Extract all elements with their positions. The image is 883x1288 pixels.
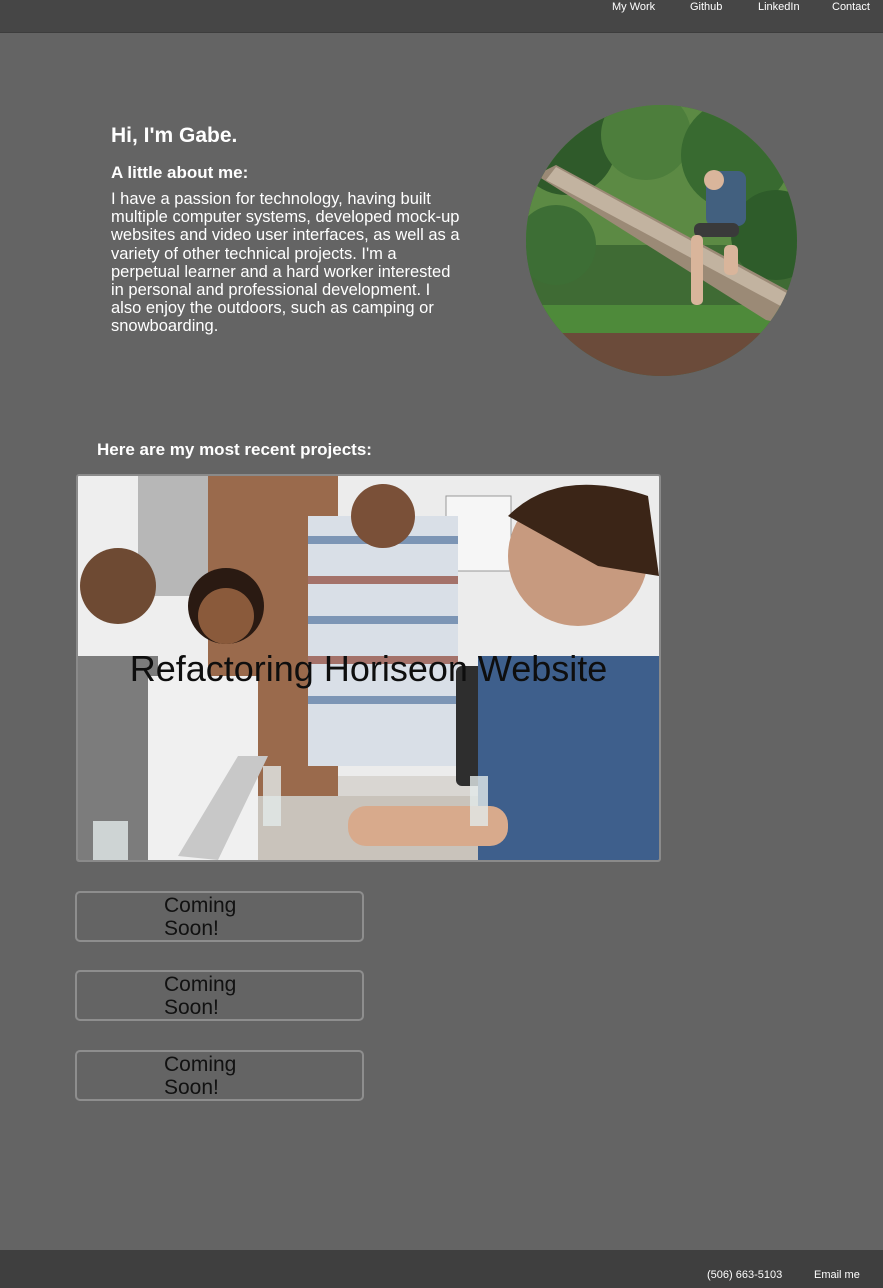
nav-my-work-link[interactable]: My Work bbox=[612, 0, 655, 14]
coming-soon-card[interactable]: Coming Soon! bbox=[75, 891, 364, 942]
profile-photo bbox=[526, 105, 797, 376]
coming-soon-card[interactable]: Coming Soon! bbox=[75, 970, 364, 1021]
nav-github-link[interactable]: Github bbox=[690, 0, 722, 14]
about-text: I have a passion for technology, having … bbox=[111, 190, 460, 336]
footer-phone: (506) 663-5103 bbox=[707, 1269, 783, 1281]
footer: (506) 663-5103 Email me bbox=[0, 1250, 883, 1288]
greeting-heading: Hi, I'm Gabe. bbox=[111, 124, 238, 147]
top-nav: My Work Github LinkedIn Contact bbox=[0, 0, 883, 33]
coming-soon-label: Coming Soon! bbox=[164, 973, 237, 1019]
footer-email-link[interactable]: Email me bbox=[814, 1269, 860, 1281]
featured-project-card[interactable]: Refactoring Horiseon Website bbox=[76, 474, 661, 862]
projects-heading: Here are my most recent projects: bbox=[97, 440, 372, 459]
nav-linkedin-link[interactable]: LinkedIn bbox=[758, 0, 800, 14]
profile-photo-illustration bbox=[526, 105, 797, 376]
coming-soon-label: Coming Soon! bbox=[164, 894, 237, 940]
nav-contact-link[interactable]: Contact bbox=[832, 0, 870, 14]
coming-soon-card[interactable]: Coming Soon! bbox=[75, 1050, 364, 1101]
about-heading: A little about me: bbox=[111, 163, 249, 182]
coming-soon-label: Coming Soon! bbox=[164, 1053, 237, 1099]
featured-project-title: Refactoring Horiseon Website bbox=[129, 648, 608, 689]
